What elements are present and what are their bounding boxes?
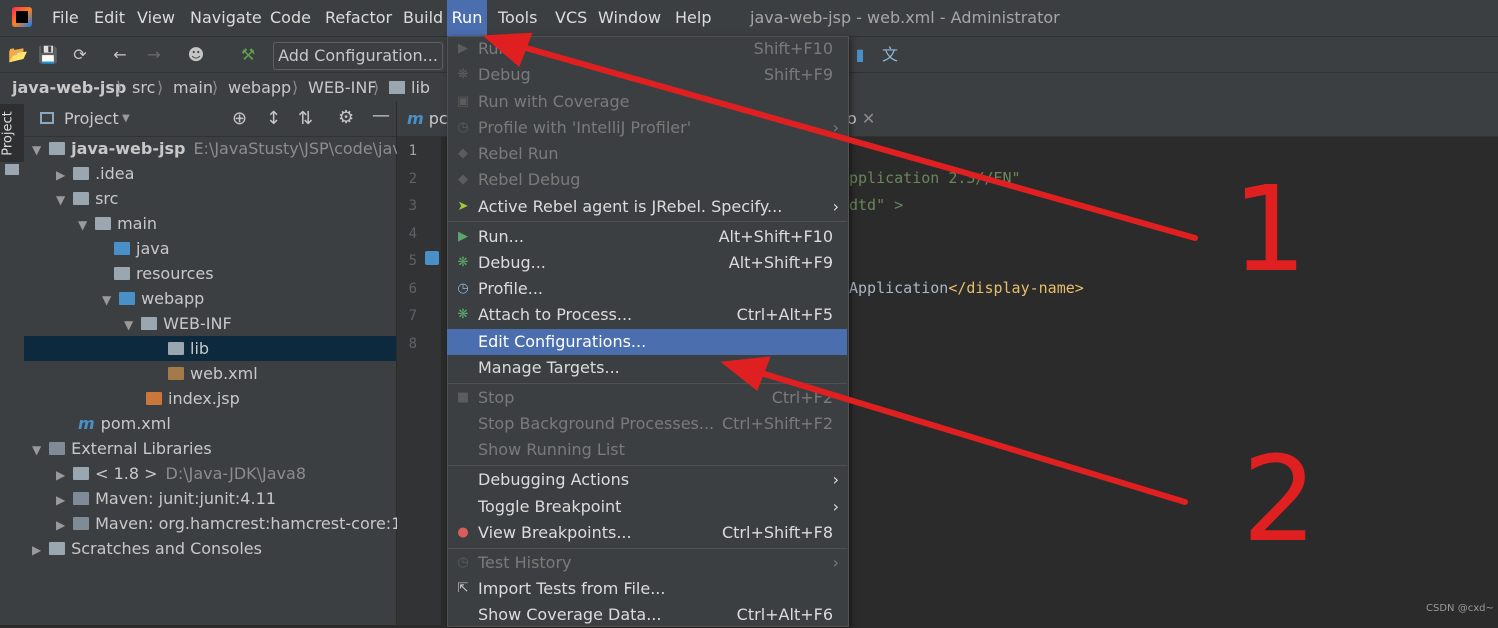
annotation-arrow-1	[495, 37, 1198, 241]
annotation-label-2: 2	[1242, 430, 1318, 568]
annotation-arrowhead-1	[482, 32, 533, 68]
annotation-arrow-2	[735, 363, 1188, 505]
annotation-arrowhead-2	[720, 356, 771, 391]
annotation-label-1: 1	[1232, 160, 1308, 298]
watermark: CSDN @cxd~	[1426, 603, 1494, 614]
